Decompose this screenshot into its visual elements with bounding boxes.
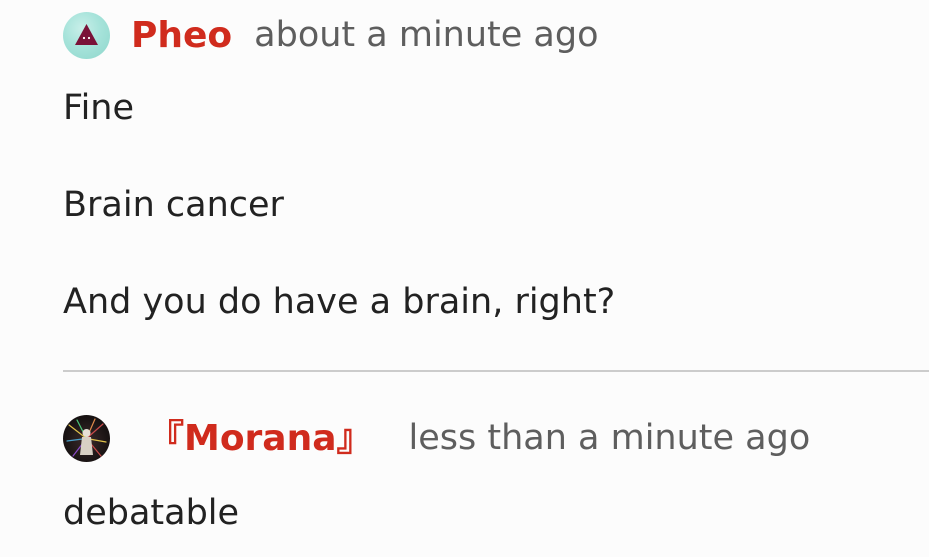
message-header: Pheo about a minute ago [63, 12, 929, 59]
username[interactable]: Pheo [131, 12, 232, 59]
chat-message: Pheo about a minute ago Fine Brain cance… [63, 12, 929, 378]
message-divider [63, 370, 929, 372]
triangle-avatar-icon [75, 24, 98, 45]
message-body: debatable [63, 492, 929, 534]
message-header: 『Morana』 less than a minute ago [63, 415, 929, 462]
message-text: Fine [63, 88, 135, 128]
message-body: Fine Brain cancer And you do have a brai… [63, 87, 929, 323]
figure-avatar-icon [66, 418, 107, 457]
message-text: debatable [63, 493, 240, 533]
timestamp: less than a minute ago [408, 418, 811, 458]
message-text: And you do have a brain, right? [63, 282, 616, 322]
timestamp: about a minute ago [254, 15, 599, 55]
message-text: Brain cancer [63, 185, 284, 225]
avatar[interactable] [63, 12, 110, 59]
chat-feed: Pheo about a minute ago Fine Brain cance… [0, 0, 929, 557]
username[interactable]: 『Morana』 [148, 415, 373, 462]
avatar[interactable] [63, 415, 110, 462]
chat-message: 『Morana』 less than a minute ago debatabl… [63, 415, 929, 534]
